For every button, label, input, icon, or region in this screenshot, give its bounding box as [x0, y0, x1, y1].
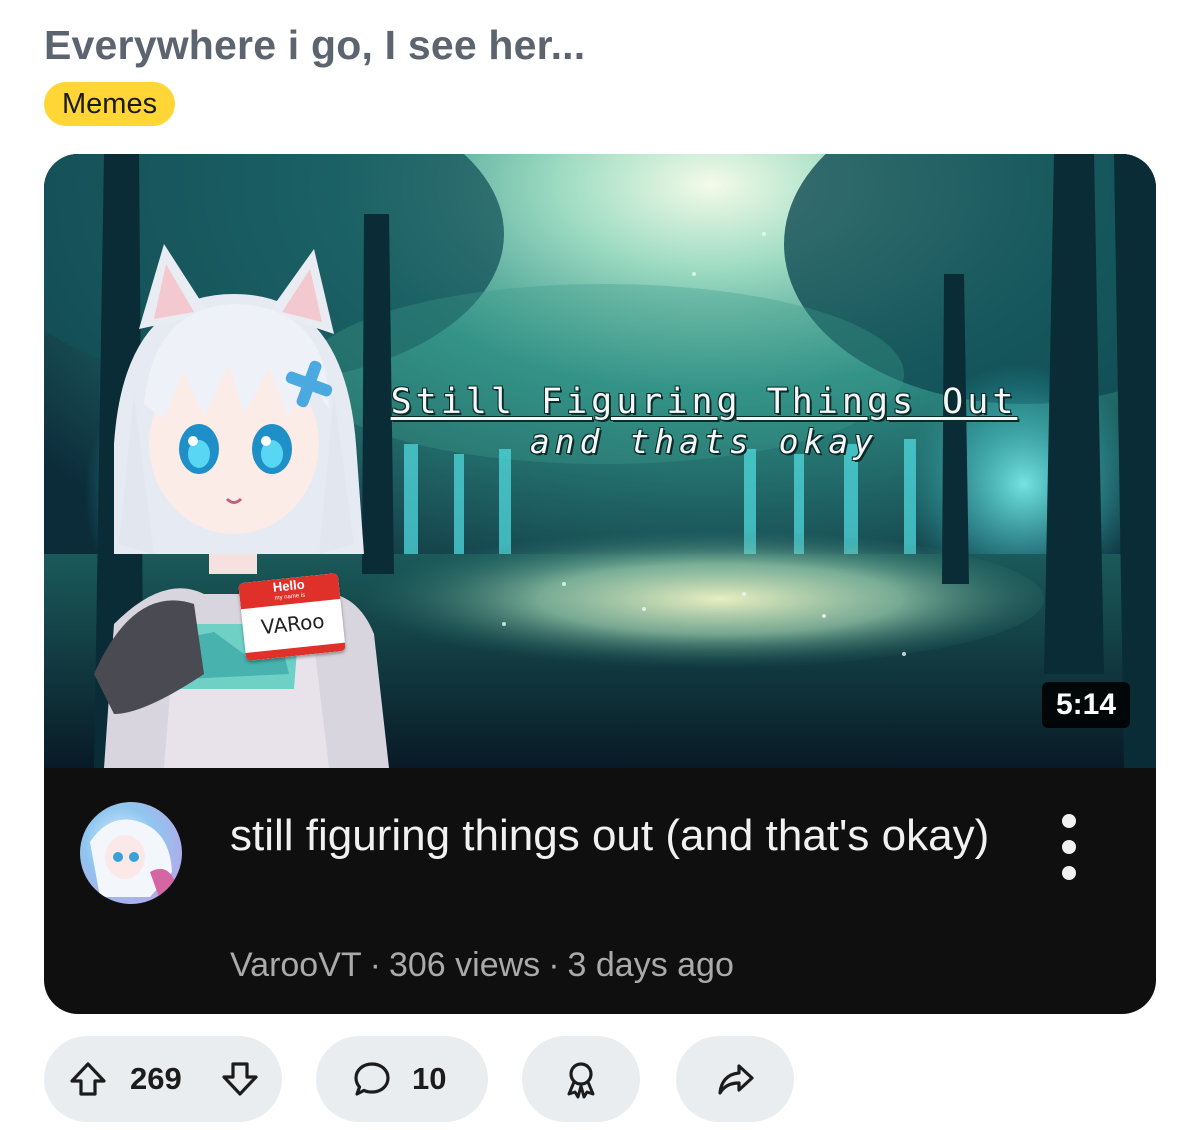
video-thumbnail[interactable]: Hello my name is VARoo Still Figuring Th…	[44, 154, 1156, 768]
thumbnail-caption: Still Figuring Things Out and thats okay	[379, 382, 1029, 461]
video-meta: VarooVT · 306 views · 3 days ago	[230, 946, 734, 985]
meta-separator: ·	[369, 946, 381, 984]
award-button[interactable]	[522, 1036, 640, 1122]
name-tag-sticker: Hello my name is VARoo	[238, 572, 346, 662]
video-title[interactable]: still figuring things out (and that's ok…	[230, 810, 1010, 862]
embedded-video-card[interactable]: Hello my name is VARoo Still Figuring Th…	[44, 154, 1156, 1014]
channel-avatar[interactable]	[80, 802, 182, 904]
post-title[interactable]: Everywhere i go, I see her...	[44, 22, 585, 69]
post-flair[interactable]: Memes	[44, 82, 176, 126]
video-duration-badge: 5:14	[1041, 682, 1130, 728]
comments-button[interactable]: 10	[316, 1036, 488, 1122]
award-ribbon-icon	[561, 1059, 601, 1107]
upvote-arrow-icon[interactable]	[68, 1059, 108, 1107]
forest-background-image	[44, 154, 1156, 768]
comment-count: 10	[412, 1061, 447, 1096]
share-button[interactable]	[676, 1036, 794, 1122]
upload-age: 3 days ago	[567, 946, 734, 984]
channel-name[interactable]: VarooVT	[230, 946, 362, 984]
downvote-arrow-icon[interactable]	[220, 1059, 260, 1107]
thumbnail-caption-line2: and thats okay	[529, 422, 879, 461]
more-options-icon[interactable]	[1052, 814, 1086, 880]
view-count: 306 views	[388, 946, 541, 984]
share-arrow-icon	[715, 1059, 755, 1107]
speech-bubble-icon	[352, 1059, 392, 1107]
post-action-bar: 269 10	[0, 1036, 1200, 1122]
vote-count: 269	[130, 1061, 182, 1096]
thumbnail-caption-line1: Still Figuring Things Out	[390, 382, 1018, 422]
vote-pill: 269	[44, 1036, 282, 1122]
meta-separator: ·	[548, 946, 560, 984]
